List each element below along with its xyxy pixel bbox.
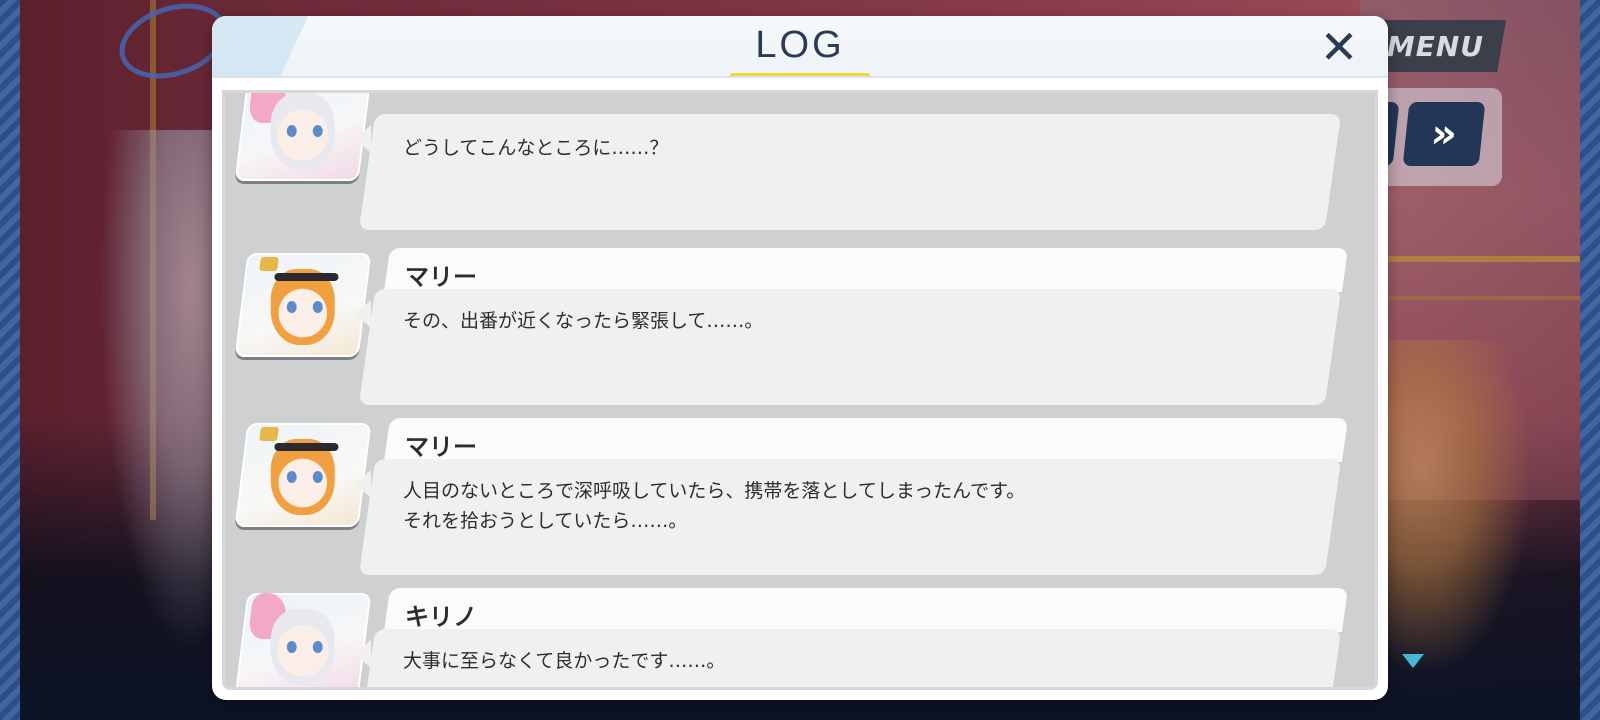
wall-rail <box>1360 256 1580 262</box>
message-line: その、出番が近くなったら緊張して……。 <box>403 310 764 332</box>
name-tab <box>383 588 1349 632</box>
avatar-marie <box>234 253 372 357</box>
bubble-pointer <box>355 125 371 153</box>
avatar-marie <box>234 423 372 527</box>
log-header: LOG ✕ <box>212 16 1388 78</box>
bubble-pointer <box>355 470 371 498</box>
speaker-name: マリー <box>405 263 477 291</box>
name-tab <box>383 248 1349 292</box>
fast-forward-button[interactable]: » <box>1402 102 1486 166</box>
wall-rail-lower <box>1360 296 1580 300</box>
name-tab <box>383 418 1349 462</box>
bubble-pointer <box>355 640 371 668</box>
menu-button-label: MENU <box>1386 29 1484 63</box>
avatar-kirino <box>234 93 372 181</box>
log-window: LOG ✕ どうしてこんなところに……？ マリー その、出番が近くなったら緊張し… <box>212 16 1388 700</box>
message-bubble <box>358 114 1342 230</box>
close-icon[interactable]: ✕ <box>1316 24 1362 70</box>
message-line: 大事に至らなくて良かったです……。 <box>403 650 726 672</box>
log-entry: マリー その、出番が近くなったら緊張して……。 <box>225 248 1375 413</box>
fast-forward-icon: » <box>1428 111 1460 157</box>
log-entry: どうしてこんなところに……？ <box>225 93 1375 243</box>
message-line: それを拾おうとしていたら……。 <box>403 510 688 532</box>
log-list[interactable]: どうしてこんなところに……？ マリー その、出番が近くなったら緊張して……。 マ… <box>222 90 1378 690</box>
border-stripe-right <box>1580 0 1600 720</box>
speaker-name: マリー <box>405 433 477 461</box>
scroll-down-icon[interactable] <box>1402 654 1424 668</box>
message-line: どうしてこんなところに……？ <box>403 137 669 159</box>
message-line: 人目のないところで深呼吸していたら、携帯を落としてしまったんです。 <box>403 480 1026 502</box>
speaker-name: キリノ <box>405 603 477 631</box>
avatar-kirino <box>234 593 372 687</box>
log-title: LOG <box>755 24 845 66</box>
bubble-pointer <box>355 300 371 328</box>
border-stripe-left <box>0 0 20 720</box>
log-entry: キリノ 大事に至らなくて良かったです……。 <box>225 588 1375 687</box>
title-underline <box>730 73 870 76</box>
log-entry: マリー 人目のないところで深呼吸していたら、携帯を落としてしまったんです。 それ… <box>225 418 1375 583</box>
